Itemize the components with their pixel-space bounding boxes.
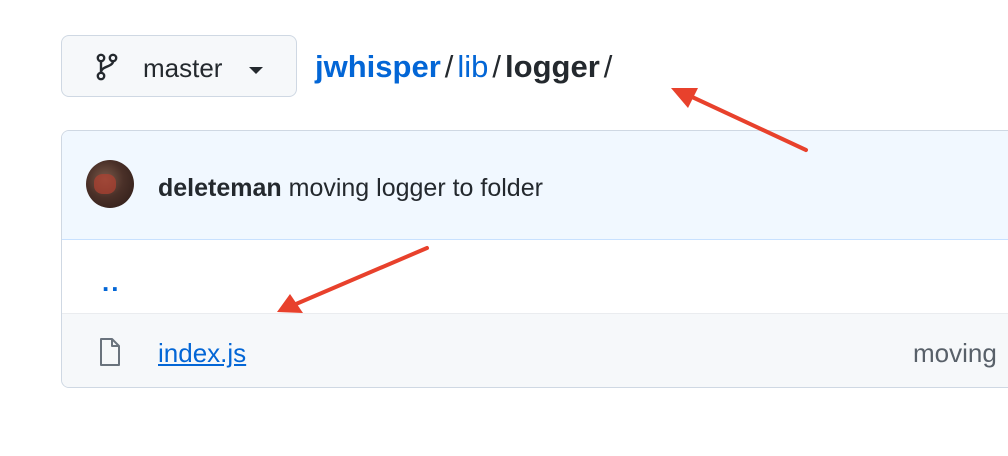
file-commit-message[interactable]: moving — [913, 338, 997, 368]
commit-message[interactable]: moving logger to folder — [289, 174, 543, 202]
commit-author[interactable]: deleteman — [158, 174, 282, 202]
file-browser: deleteman moving logger to folder .. ind… — [61, 130, 1008, 388]
list-item[interactable]: .. — [62, 241, 1008, 314]
breadcrumb-repo-link[interactable]: jwhisper — [315, 49, 441, 84]
list-item[interactable]: index.js moving — [62, 314, 1008, 387]
breadcrumb-dir-link[interactable]: lib — [457, 49, 488, 84]
branch-select-button[interactable]: master — [61, 35, 297, 97]
chevron-down-icon — [249, 67, 263, 74]
commit-summary: deleteman moving logger to folder — [158, 173, 543, 203]
file-name-link[interactable]: index.js — [158, 338, 246, 368]
breadcrumb-current: logger — [505, 49, 600, 84]
breadcrumb-separator: / — [603, 49, 613, 84]
git-branch-icon — [96, 53, 118, 81]
breadcrumb-separator: / — [492, 49, 502, 84]
breadcrumb: jwhisper / lib / logger / — [315, 49, 616, 85]
breadcrumb-separator: / — [444, 49, 454, 84]
branch-label: master — [143, 53, 223, 83]
file-icon — [100, 338, 120, 366]
avatar[interactable] — [86, 160, 134, 208]
latest-commit-header: deleteman moving logger to folder — [62, 131, 1008, 240]
parent-directory-link[interactable]: .. — [102, 267, 120, 298]
